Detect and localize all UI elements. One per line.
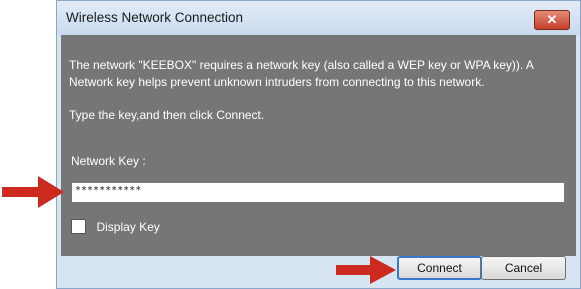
close-icon: ✕ (546, 12, 558, 27)
dialog-title: Wireless Network Connection (66, 10, 244, 25)
network-key-label: Network Key : (71, 154, 146, 168)
instruction-text: Type the key,and then click Connect. (69, 108, 265, 122)
display-key-checkbox[interactable] (71, 219, 86, 235)
arrow-to-key-field-icon (2, 176, 64, 208)
display-key-label: Display Key (96, 219, 160, 234)
dialog-content: The network "KEEBOX" requires a network … (61, 35, 576, 256)
dialog-window: Wireless Network Connection ✕ The networ… (56, 0, 581, 289)
display-key-row[interactable]: Display Key (71, 218, 160, 236)
cancel-button[interactable]: Cancel (481, 256, 566, 280)
title-bar[interactable]: Wireless Network Connection ✕ (57, 1, 580, 35)
network-key-input[interactable]: *********** (71, 182, 565, 203)
network-key-message: The network "KEEBOX" requires a network … (69, 58, 534, 89)
close-button[interactable]: ✕ (534, 10, 570, 30)
arrow-to-connect-icon (336, 256, 396, 284)
connect-button[interactable]: Connect (397, 256, 482, 280)
